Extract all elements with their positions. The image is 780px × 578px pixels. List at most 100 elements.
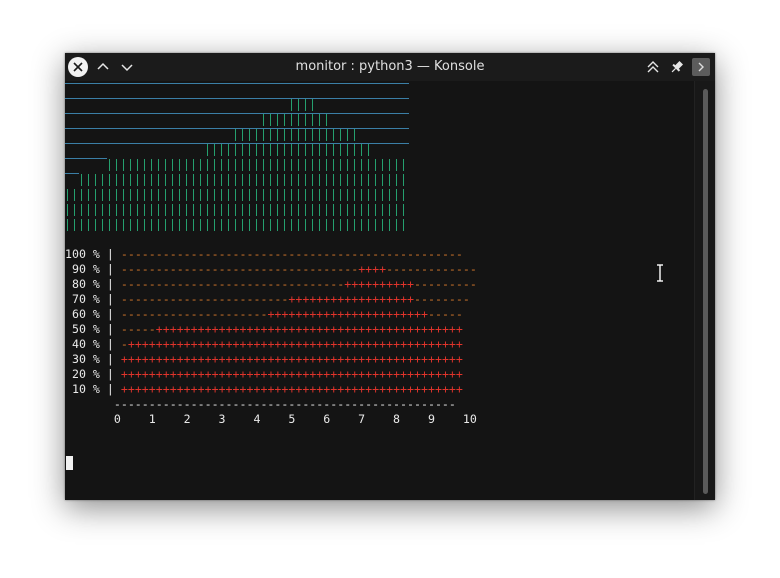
minimize-button[interactable] <box>93 57 113 77</box>
row-label: 60 % | <box>65 307 114 321</box>
histogram-bar <box>172 174 173 186</box>
histogram-bar <box>158 189 159 201</box>
chevron-down-icon <box>121 64 133 72</box>
histogram-bar <box>361 174 362 186</box>
row-label: 20 % | <box>65 367 114 381</box>
histogram-bar <box>305 114 306 126</box>
histogram-bar <box>123 189 124 201</box>
histogram-bar <box>179 204 180 216</box>
histogram-bar <box>291 144 292 156</box>
histogram-bar <box>81 174 82 186</box>
row-dashes-right: --------- <box>414 277 477 291</box>
scrollbar-thumb[interactable] <box>703 89 708 494</box>
histogram-bar <box>88 219 89 231</box>
histogram-bar <box>186 204 187 216</box>
histogram-bar <box>249 219 250 231</box>
row-dashes-left: ----- <box>113 322 156 336</box>
histogram-bar <box>375 219 376 231</box>
histogram-bar <box>179 219 180 231</box>
row-plus: ++++++++++ <box>344 277 415 291</box>
histogram-bar <box>214 189 215 201</box>
histogram-bar <box>67 204 68 216</box>
histogram-bar <box>109 174 110 186</box>
histogram-bar <box>347 219 348 231</box>
chart-row: 100 % | --------------------------------… <box>65 247 463 262</box>
histogram-bar <box>221 144 222 156</box>
histogram-bar <box>375 174 376 186</box>
histogram-bar <box>193 189 194 201</box>
histogram-bar <box>193 159 194 171</box>
keep-above-button[interactable] <box>643 57 663 77</box>
histogram-bar <box>179 189 180 201</box>
histogram-bar <box>263 204 264 216</box>
histogram-bar <box>347 159 348 171</box>
histogram-bar <box>312 219 313 231</box>
histogram-bar <box>284 129 285 141</box>
top-histogram <box>65 81 411 231</box>
histogram-bar <box>270 174 271 186</box>
histogram-baseline <box>65 128 409 129</box>
histogram-bar <box>347 189 348 201</box>
chart-row: 10 % | +++++++++++++++++++++++++++++++++… <box>65 382 463 397</box>
histogram-baseline <box>65 83 409 84</box>
histogram-bar <box>214 174 215 186</box>
histogram-bar <box>291 189 292 201</box>
histogram-bar <box>263 114 264 126</box>
histogram-bar <box>263 189 264 201</box>
scrollbar[interactable] <box>694 81 715 500</box>
row-dashes-left <box>114 247 121 261</box>
histogram-bar <box>165 159 166 171</box>
histogram-bar <box>249 159 250 171</box>
histogram-bar <box>263 174 264 186</box>
histogram-bar <box>403 174 404 186</box>
terminal-area[interactable]: 100 % | --------------------------------… <box>65 81 693 500</box>
pin-button[interactable] <box>667 57 687 77</box>
histogram-bar <box>130 189 131 201</box>
histogram-bar <box>312 159 313 171</box>
close-button[interactable] <box>68 57 88 77</box>
histogram-bar <box>221 219 222 231</box>
histogram-bar <box>200 189 201 201</box>
histogram-bar <box>368 174 369 186</box>
histogram-bar <box>361 219 362 231</box>
histogram-bar <box>368 189 369 201</box>
histogram-bar <box>354 189 355 201</box>
maximize-button[interactable] <box>117 57 137 77</box>
histogram-bar <box>326 144 327 156</box>
histogram-baseline <box>65 143 409 144</box>
histogram-bar <box>347 144 348 156</box>
histogram-bar <box>319 189 320 201</box>
histogram-bar <box>242 174 243 186</box>
histogram-bar <box>165 204 166 216</box>
ibeam-cursor-icon <box>657 264 663 282</box>
text-cursor <box>66 456 73 470</box>
window-title: monitor : python3 — Konsole <box>295 59 485 74</box>
histogram-baseline <box>65 113 409 114</box>
histogram-bar <box>354 129 355 141</box>
row-label: 10 % | <box>65 382 114 396</box>
histogram-bar <box>347 129 348 141</box>
histogram-bar <box>354 144 355 156</box>
titlebar[interactable]: monitor : python3 — Konsole <box>65 53 715 81</box>
sidebar-button[interactable] <box>692 58 710 76</box>
histogram-bar <box>249 189 250 201</box>
row-plus: ++++++++++++++++++++++++++++++++++++++++… <box>127 337 463 351</box>
chart-row: 20 % | +++++++++++++++++++++++++++++++++… <box>65 367 463 382</box>
histogram-bar <box>249 144 250 156</box>
histogram-bar <box>228 159 229 171</box>
histogram-bar <box>228 219 229 231</box>
histogram-bar <box>200 159 201 171</box>
axis-line: ----------------------------------------… <box>65 397 456 411</box>
histogram-bar <box>165 189 166 201</box>
histogram-bar <box>396 204 397 216</box>
histogram-bar <box>305 144 306 156</box>
chart-row: 60 % | ---------------------++++++++++++… <box>65 307 463 322</box>
chevron-right-icon <box>698 62 704 72</box>
histogram-bar <box>221 174 222 186</box>
histogram-bar <box>270 219 271 231</box>
histogram-bar <box>403 189 404 201</box>
histogram-bar <box>403 159 404 171</box>
histogram-bar <box>291 204 292 216</box>
histogram-bar <box>382 219 383 231</box>
histogram-bar <box>340 129 341 141</box>
